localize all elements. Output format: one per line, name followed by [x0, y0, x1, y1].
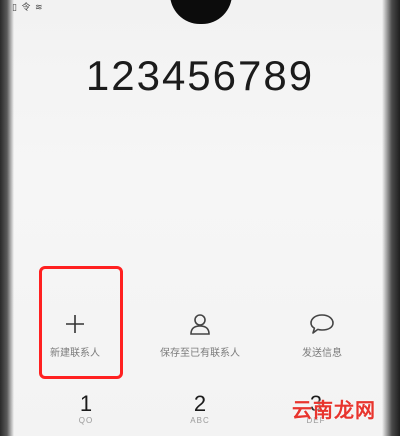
- save-to-existing-contact-button[interactable]: 保存至已有联系人: [140, 310, 260, 360]
- chat-bubble-icon: [309, 310, 335, 338]
- phone-bezel-left: [0, 0, 14, 436]
- status-bar-icons: ▯ 令 ≋: [12, 2, 44, 12]
- key-2[interactable]: 2 ABC: [170, 391, 230, 426]
- dialed-number[interactable]: 123456789: [0, 52, 400, 100]
- send-message-button[interactable]: 发送信息: [262, 310, 382, 360]
- phone-bezel-right: [382, 0, 400, 436]
- save-to-existing-contact-label: 保存至已有联系人: [160, 348, 240, 359]
- key-2-letters: ABC: [190, 416, 210, 425]
- watermark-logo: 云南龙网: [292, 400, 376, 422]
- key-1[interactable]: 1 QO: [56, 391, 116, 426]
- phone-screen: ▯ 令 ≋ 123456789 新建联系人 保存至已有联系人 发送信息 1 QO…: [0, 0, 400, 436]
- key-1-letters: QO: [78, 416, 94, 425]
- highlight-box: [39, 266, 123, 379]
- person-icon: [188, 310, 212, 338]
- key-2-digit: 2: [193, 391, 207, 416]
- key-1-digit: 1: [79, 391, 93, 416]
- send-message-label: 发送信息: [302, 348, 342, 359]
